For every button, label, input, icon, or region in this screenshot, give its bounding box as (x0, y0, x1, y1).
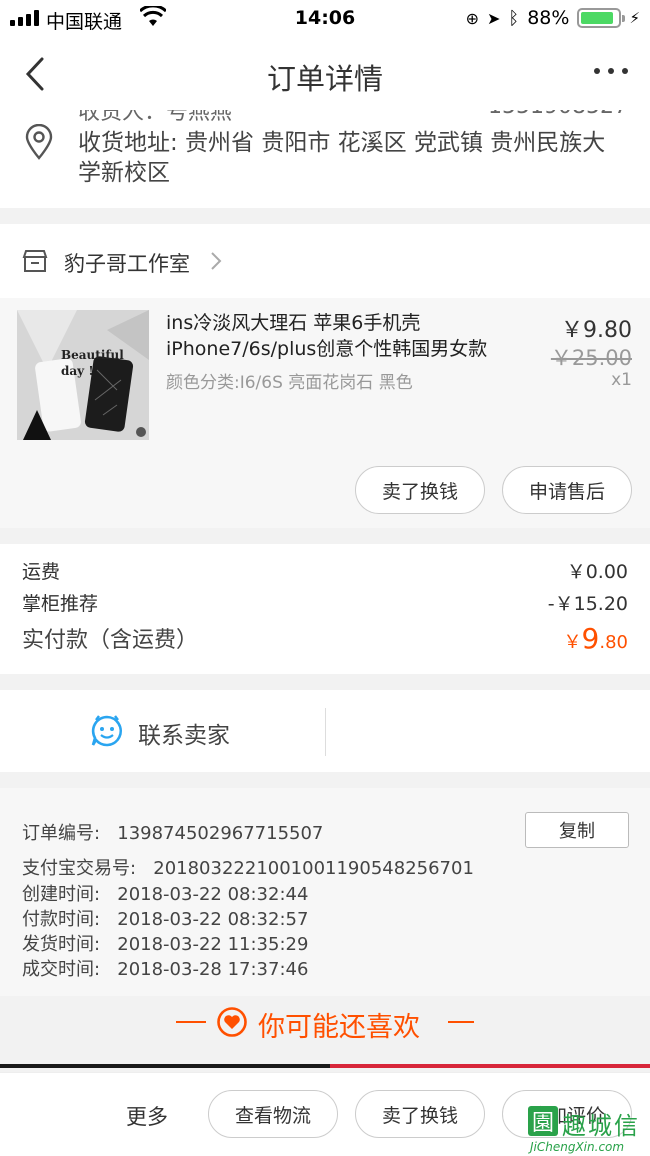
chat-face-icon (90, 714, 124, 752)
order-number-label: 订单编号: (22, 823, 101, 844)
paid-time-value: 2018-03-22 08:32:57 (117, 909, 309, 930)
contact-bar: 联系卖家 (0, 690, 650, 772)
watermark-url: JiChengXin.com (530, 1140, 625, 1154)
shop-header[interactable]: 豹子哥工作室 (0, 224, 650, 298)
paid-integer: 9 (581, 622, 600, 655)
paid-time-row: 付款时间: 2018-03-22 08:32:57 (22, 905, 308, 931)
paid-currency: ￥ (563, 632, 582, 653)
watermark: 園 趣城信 JiChengXin.com (528, 1106, 646, 1156)
status-right: ⊕ ➤ ᛒ 88% ⚡ (466, 7, 640, 29)
order-number-row: 订单编号: 139874502967715507 (22, 819, 323, 845)
discount-value: -￥15.20 (547, 593, 628, 615)
paid-label: 实付款（含运费） (22, 628, 199, 653)
view-logistics-button[interactable]: 查看物流 (208, 1090, 338, 1138)
shipping-value: ￥0.00 (566, 561, 628, 583)
heart-icon (216, 1006, 248, 1042)
shipped-row: 发货时间: 2018-03-22 11:35:29 (22, 930, 308, 956)
alipay-row: 支付宝交易号: 2018032221001001190548256701 (22, 854, 474, 880)
recommend-title: 你可能还喜欢 (258, 1012, 420, 1043)
order-info: 订单编号: 139874502967715507 复制 支付宝交易号: 2018… (0, 788, 650, 996)
product-item: Beautiful day ! ins冷淡风大理石 苹果6手机壳iPhone7/… (0, 298, 650, 528)
battery-icon (577, 8, 626, 28)
receiver-phone: 1551908527 (488, 110, 628, 119)
product-price: ￥9.80 (561, 318, 632, 343)
battery-percent: 88% (527, 7, 570, 29)
navigation-bar: 订单详情 (0, 38, 650, 110)
discount-row: 掌柜推荐 -￥15.20 (22, 589, 628, 616)
created-label: 创建时间: (22, 884, 101, 905)
lock-rotation-icon: ⊕ (465, 8, 479, 28)
paid-amount: ￥9.80 (564, 622, 628, 655)
product-image-caption-2: day ! (61, 364, 94, 378)
order-number-value: 139874502967715507 (117, 823, 324, 844)
product-quantity: x1 (611, 370, 632, 390)
vertical-divider (325, 708, 326, 756)
shop-name: 豹子哥工作室 (64, 252, 190, 276)
sell-for-cash-bottom-button[interactable]: 卖了换钱 (355, 1090, 485, 1138)
product-image[interactable]: Beautiful day ! (17, 310, 149, 440)
done-label: 成交时间: (22, 959, 101, 980)
decor-line-right (448, 1021, 474, 1023)
product-image-caption: Beautiful (61, 348, 124, 362)
created-value: 2018-03-22 08:32:44 (117, 884, 309, 905)
contact-seller-label: 联系卖家 (138, 723, 230, 749)
paid-row: 实付款（含运费） ￥9.80 (22, 622, 628, 655)
bluetooth-icon: ᛒ (508, 7, 520, 29)
alipay-value: 2018032221001001190548256701 (153, 858, 474, 879)
copy-button[interactable]: 复制 (525, 812, 629, 848)
done-value: 2018-03-28 17:37:46 (117, 959, 309, 980)
paid-time-label: 付款时间: (22, 909, 101, 930)
request-aftersale-button[interactable]: 申请售后 (502, 466, 632, 514)
alipay-label: 支付宝交易号: (22, 858, 137, 879)
receiver-name: 收货人：号燕燕 (78, 110, 233, 125)
recommend-preview-strip (0, 1064, 650, 1068)
sell-for-cash-button[interactable]: 卖了换钱 (355, 466, 485, 514)
shipping-label: 运费 (22, 561, 61, 583)
store-icon (22, 249, 48, 277)
location-icon: ➤ (487, 8, 501, 28)
paid-decimal: .80 (599, 632, 628, 653)
discount-label: 掌柜推荐 (22, 593, 99, 615)
page-title: 订单详情 (266, 62, 383, 96)
shipped-value: 2018-03-22 11:35:29 (117, 934, 309, 955)
shipping-row: 运费 ￥0.00 (22, 557, 628, 584)
location-pin-icon (24, 123, 54, 164)
address-text: 收货地址: 贵州省 贵阳市 花溪区 党武镇 贵州民族大学新校区 (78, 130, 606, 186)
product-name[interactable]: ins冷淡风大理石 苹果6手机壳iPhone7/6s/plus创意个性韩国男女款 (166, 310, 526, 362)
watermark-logo-icon: 園 (528, 1106, 558, 1136)
more-menu-button[interactable] (594, 68, 628, 74)
product-spec: 颜色分类:I6/6S 亮面花岗石 黑色 (166, 373, 413, 393)
contact-seller-button[interactable]: 联系卖家 (0, 690, 325, 772)
more-actions-button[interactable]: 更多 (126, 1101, 168, 1131)
status-bar: 中国联通 14:06 ⊕ ➤ ᛒ 88% ⚡ (0, 0, 650, 38)
order-detail-page: 中国联通 14:06 ⊕ ➤ ᛒ 88% ⚡ 订单详情 收货人：号燕燕 1551… (0, 0, 650, 1156)
done-row: 成交时间: 2018-03-28 17:37:46 (22, 955, 308, 981)
created-row: 创建时间: 2018-03-22 08:32:44 (22, 880, 308, 906)
shipped-label: 发货时间: (22, 934, 101, 955)
decor-line-left (176, 1021, 206, 1023)
fee-summary: 运费 ￥0.00 掌柜推荐 -￥15.20 实付款（含运费） ￥9.80 (0, 544, 650, 674)
charging-icon: ⚡ (629, 9, 640, 27)
address-card: 收货人：号燕燕 1551908527 收货地址: 贵州省 贵阳市 花溪区 党武镇… (0, 110, 650, 208)
watermark-text: 趣城信 (562, 1112, 640, 1140)
product-original-price: ￥25.00 (550, 346, 632, 370)
chevron-right-icon (210, 251, 222, 275)
recommend-header: 你可能还喜欢 (0, 996, 650, 1068)
